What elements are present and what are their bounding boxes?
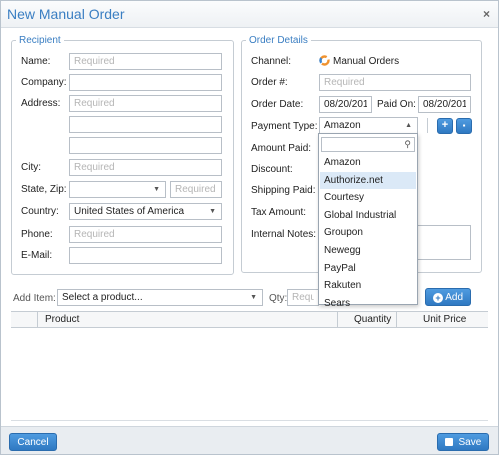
zip-input[interactable] <box>170 181 222 198</box>
chevron-down-icon: ▼ <box>209 208 216 215</box>
state-select[interactable]: ▼ <box>69 181 166 198</box>
add-item-button[interactable]: + Add <box>425 288 471 306</box>
chevron-up-icon: ▲ <box>405 122 412 129</box>
toolbar-divider <box>427 118 428 133</box>
email-label: E-Mail: <box>21 250 53 261</box>
paid-on-input[interactable] <box>418 96 471 113</box>
save-label: Save <box>458 437 482 448</box>
column-quantity[interactable]: Quantity <box>354 314 391 325</box>
address-label: Address: <box>21 98 61 109</box>
product-select[interactable]: Select a product... ▼ <box>57 289 263 306</box>
chevron-down-icon: ▼ <box>250 294 257 301</box>
manual-order-dialog: New Manual Order × Recipient Name: Compa… <box>0 0 499 455</box>
phone-input[interactable] <box>69 226 222 243</box>
dropdown-option[interactable]: Newegg <box>320 242 416 259</box>
address-line3-input[interactable] <box>69 137 222 154</box>
channel-icon <box>319 55 330 66</box>
order-date-label: Order Date: <box>251 99 304 110</box>
internal-notes-label: Internal Notes: <box>251 229 317 240</box>
dropdown-search-input[interactable]: ⚲ <box>321 137 415 152</box>
items-table-body <box>11 328 488 421</box>
paid-on-label: Paid On: <box>377 99 416 110</box>
add-item-label: Add Item: <box>13 293 56 304</box>
discount-label: Discount: <box>251 164 293 175</box>
dropdown-option[interactable]: Amazon <box>320 154 416 171</box>
dropdown-option[interactable]: Authorize.net <box>320 171 416 189</box>
dropdown-option[interactable]: Courtesy <box>320 189 416 206</box>
country-value: United States of America <box>74 206 185 217</box>
phone-label: Phone: <box>21 229 53 240</box>
column-divider <box>37 312 38 328</box>
dropdown-option[interactable]: Sears <box>320 295 416 312</box>
tax-amount-label: Tax Amount: <box>251 207 307 218</box>
edit-payment-type-button[interactable]: ▪ <box>456 118 472 134</box>
qty-label: Qty: <box>269 293 288 304</box>
name-label: Name: <box>21 56 51 67</box>
plus-circle-icon: + <box>432 293 443 303</box>
dropdown-option[interactable]: Global Industrial <box>320 207 416 224</box>
payment-type-value: Amazon <box>324 120 361 131</box>
search-icon: ⚲ <box>404 139 411 149</box>
column-unit-price[interactable]: Unit Price <box>423 314 466 325</box>
payment-type-label: Payment Type: <box>251 121 318 132</box>
title-bar: New Manual Order × <box>1 1 498 28</box>
dialog-title: New Manual Order <box>7 6 125 22</box>
channel-value: Manual Orders <box>333 56 400 67</box>
order-date-input[interactable] <box>319 96 372 113</box>
dropdown-option[interactable]: Rakuten <box>320 277 416 294</box>
items-table-header: Product Quantity Unit Price <box>11 311 488 328</box>
country-select[interactable]: United States of America ▼ <box>69 203 222 220</box>
qty-input[interactable] <box>287 289 319 306</box>
column-divider <box>396 312 397 328</box>
city-input[interactable] <box>69 159 222 176</box>
add-item-label: Add <box>445 292 464 303</box>
dropdown-option[interactable]: Groupon <box>320 224 416 241</box>
order-details-legend: Order Details <box>249 35 308 46</box>
column-product[interactable]: Product <box>45 314 79 325</box>
column-divider <box>337 312 338 328</box>
dropdown-option[interactable]: PayPal <box>320 260 416 277</box>
country-label: Country: <box>21 206 59 217</box>
save-icon <box>444 438 453 446</box>
chevron-down-icon: ▼ <box>153 186 160 193</box>
settings-icon: ▪ <box>462 121 466 130</box>
channel-label: Channel: <box>251 56 292 67</box>
payment-type-select[interactable]: Amazon ▲ <box>319 117 418 134</box>
company-input[interactable] <box>69 74 222 91</box>
product-select-value: Select a product... <box>62 292 143 303</box>
amount-paid-label: Amount Paid: <box>251 143 312 154</box>
state-zip-label: State, Zip: <box>21 184 67 195</box>
address-line1-input[interactable] <box>69 95 222 112</box>
order-number-label: Order #: <box>251 77 288 88</box>
city-label: City: <box>21 162 41 173</box>
company-label: Company: <box>21 77 67 88</box>
plus-icon: + <box>441 119 449 131</box>
save-button[interactable]: Save <box>437 433 489 451</box>
dialog-footer: Cancel Save <box>1 426 498 454</box>
close-icon[interactable]: × <box>483 7 490 21</box>
shipping-paid-label: Shipping Paid: <box>251 185 316 196</box>
cancel-button[interactable]: Cancel <box>9 433 57 451</box>
name-input[interactable] <box>69 53 222 70</box>
recipient-legend: Recipient <box>19 35 61 46</box>
payment-type-dropdown: ⚲ Amazon Authorize.net Courtesy Global Indu… <box>318 133 418 309</box>
add-payment-type-button[interactable]: + <box>437 118 453 134</box>
order-number-input[interactable] <box>319 74 471 91</box>
address-line2-input[interactable] <box>69 116 222 133</box>
email-input[interactable] <box>69 247 222 264</box>
